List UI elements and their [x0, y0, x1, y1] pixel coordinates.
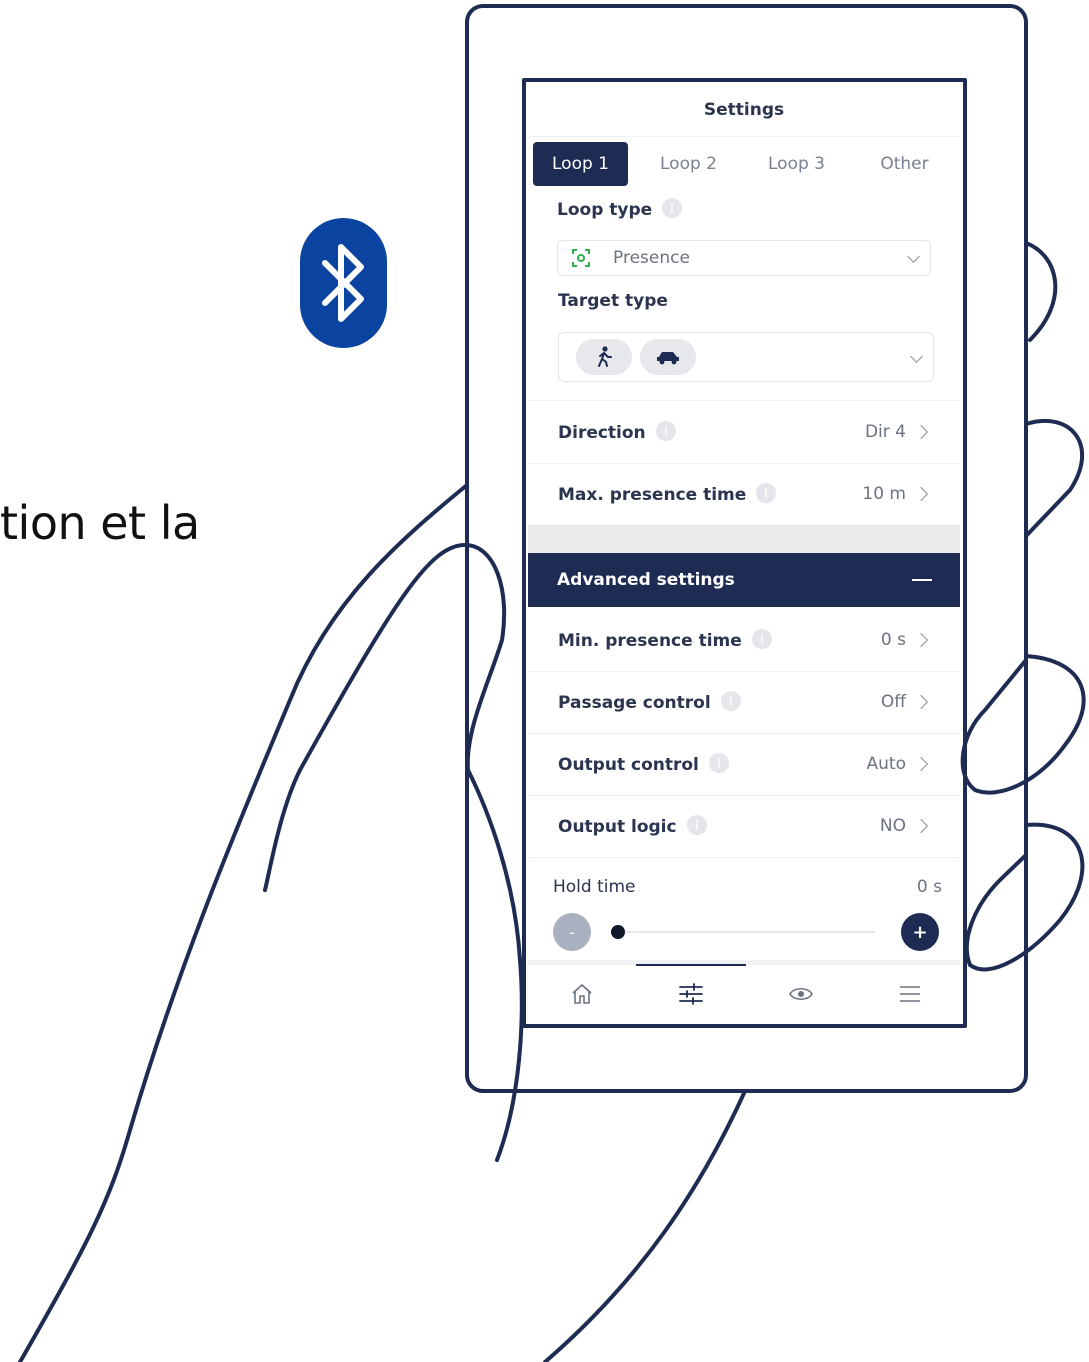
loop-type-label: Loop type — [557, 200, 653, 220]
output-logic-value: NO — [879, 816, 906, 836]
max-presence-value: 10 m — [862, 484, 906, 504]
chevron-right-icon — [913, 756, 929, 772]
loop-type-value: Presence — [613, 248, 690, 268]
hold-time-value: 0 s — [916, 877, 942, 897]
decrease-button[interactable]: - — [553, 913, 591, 951]
passage-control-value: Off — [880, 692, 906, 712]
chevron-right-icon — [913, 632, 929, 648]
home-icon[interactable] — [552, 965, 612, 1022]
hold-time-label: Hold time — [553, 877, 636, 897]
increase-button[interactable]: + — [901, 913, 939, 951]
output-control-value: Auto — [866, 754, 906, 774]
target-type-select[interactable] — [558, 332, 934, 382]
loop-type-select[interactable]: Presence — [557, 240, 931, 276]
advanced-settings-header[interactable]: Advanced settings — [528, 553, 960, 607]
info-icon[interactable] — [686, 815, 707, 835]
max-presence-row[interactable]: Max. presence time 10 m — [528, 463, 960, 525]
output-logic-row[interactable]: Output logic NO — [528, 795, 960, 858]
caption-text: tion et la — [0, 496, 200, 550]
bluetooth-glyph — [321, 244, 364, 322]
passage-control-label: Passage control — [558, 691, 741, 713]
tab-loop-1[interactable]: Loop 1 — [533, 142, 628, 186]
direction-row[interactable]: Direction Dir 4 — [528, 401, 960, 464]
phone-screen: Settings Loop 1 Loop 2 Loop 3 Other Loop… — [528, 84, 960, 1022]
min-presence-row[interactable]: Min. presence time 0 s — [528, 609, 960, 672]
target-type-heading: Target type — [558, 291, 668, 311]
car-icon[interactable] — [640, 339, 696, 375]
output-control-row[interactable]: Output control Auto — [528, 733, 960, 796]
chevron-right-icon — [913, 694, 929, 710]
menu-icon[interactable] — [880, 965, 940, 1022]
target-type-label: Target type — [558, 291, 668, 311]
direction-label: Direction — [558, 421, 676, 443]
tab-other[interactable]: Other — [857, 142, 952, 186]
info-icon[interactable] — [756, 483, 777, 503]
max-presence-label: Max. presence time — [558, 483, 777, 505]
output-control-label: Output control — [558, 753, 729, 775]
sliders-icon[interactable] — [661, 965, 721, 1022]
chevron-down-icon — [910, 350, 923, 363]
section-gap — [528, 525, 960, 553]
output-logic-label: Output logic — [558, 815, 707, 837]
info-icon[interactable] — [708, 753, 729, 773]
min-presence-label: Min. presence time — [558, 629, 772, 651]
slider-handle[interactable] — [611, 925, 625, 939]
pedestrian-icon[interactable] — [576, 339, 632, 375]
chevron-down-icon — [907, 250, 920, 263]
presence-icon — [571, 248, 591, 268]
advanced-settings-label: Advanced settings — [557, 570, 735, 590]
info-icon[interactable] — [720, 691, 741, 711]
loop-tabs: Loop 1 Loop 2 Loop 3 Other — [533, 142, 952, 186]
bottom-nav — [528, 964, 960, 1022]
chevron-right-icon — [913, 424, 929, 440]
passage-control-row[interactable]: Passage control Off — [528, 671, 960, 734]
tab-loop-3[interactable]: Loop 3 — [749, 142, 844, 186]
chevron-right-icon — [913, 818, 929, 834]
bluetooth-icon — [300, 218, 387, 348]
direction-value: Dir 4 — [864, 422, 906, 442]
chevron-right-icon — [913, 486, 929, 502]
info-icon[interactable] — [662, 198, 683, 218]
hold-time-slider[interactable] — [611, 925, 875, 939]
info-icon[interactable] — [655, 421, 676, 441]
info-icon[interactable] — [751, 629, 772, 649]
screen-title: Settings — [528, 84, 960, 137]
loop-type-heading: Loop type — [557, 198, 683, 220]
min-presence-value: 0 s — [880, 630, 906, 650]
collapse-icon[interactable] — [912, 579, 932, 581]
eye-icon[interactable] — [771, 965, 831, 1022]
tab-loop-2[interactable]: Loop 2 — [641, 142, 736, 186]
